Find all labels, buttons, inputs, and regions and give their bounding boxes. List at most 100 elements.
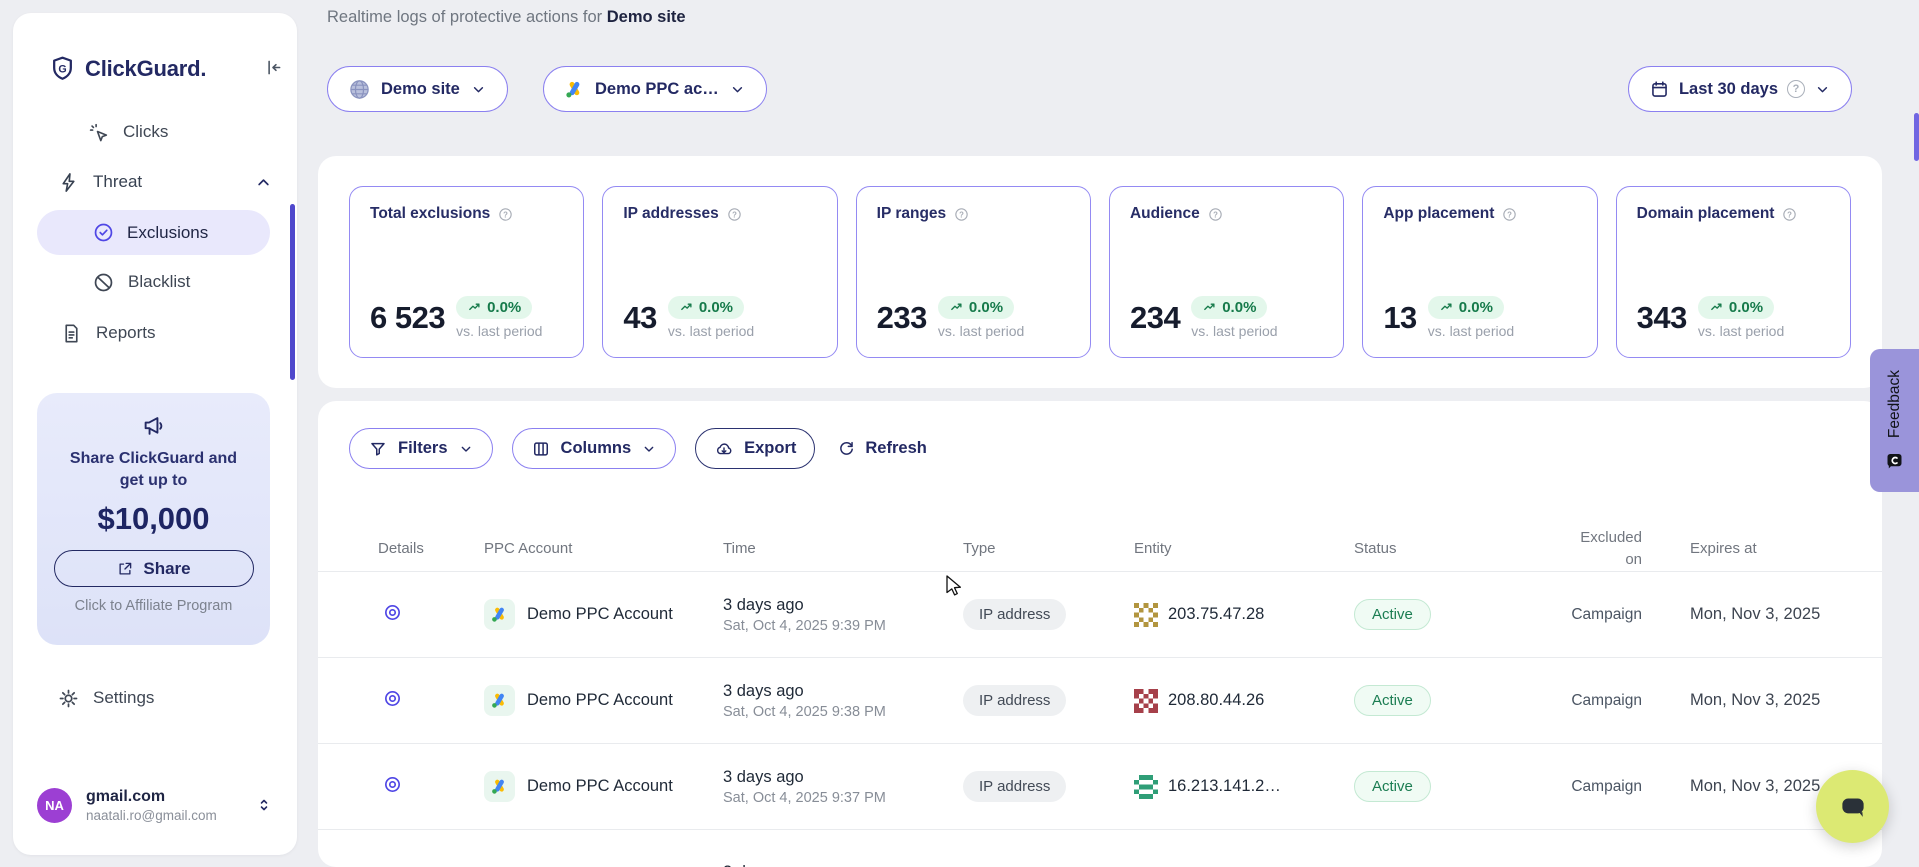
table-row: Demo PPC Account 3 days agoSat, Oct 4, 2… [318,743,1882,829]
col-header-excluded-on: Excluded on [1560,527,1690,571]
refresh-icon [837,439,856,458]
share-button[interactable]: Share [54,550,254,587]
ppc-account-name: Demo PPC Account [527,691,673,710]
stat-sub: vs. last period [1428,323,1514,339]
sidebar-item-threat[interactable]: Threat [57,162,273,202]
chat-bubble-icon [1836,790,1870,824]
help-icon[interactable] [1501,206,1518,223]
google-ads-icon [484,685,515,716]
col-header-ppc-account: PPC Account [484,540,723,557]
refresh-button-label: Refresh [865,439,926,458]
view-details-button[interactable] [382,602,403,623]
google-ads-icon [484,771,515,802]
help-icon[interactable] [1781,206,1798,223]
affiliate-promo-card[interactable]: Share ClickGuard and get up to $10,000 S… [37,393,270,645]
sidebar-item-reports[interactable]: Reports [60,313,156,353]
type-badge: IP address [963,771,1066,802]
time-absolute: Sat, Oct 4, 2025 9:39 PM [723,618,963,634]
sidebar-scrollbar-thumb[interactable] [290,204,295,380]
promo-heading: Share ClickGuard and get up to [64,448,244,491]
help-icon[interactable] [953,206,970,223]
user-name: gmail.com [86,787,217,806]
eye-icon [382,602,403,623]
filter-icon [368,439,388,459]
filters-button-label: Filters [398,439,448,458]
stat-label: Domain placement [1637,205,1775,223]
status-badge: Active [1354,599,1431,630]
user-email: naatali.ro@gmail.com [86,808,217,823]
col-header-expires-at: Expires at [1690,540,1851,557]
stat-change: 0.0% [1729,299,1763,316]
sidebar-item-label: Blacklist [128,272,190,292]
entity-identicon [1134,689,1158,713]
table-row: Demo PPC Account 3 days agoSat, Oct 4, 2… [318,657,1882,743]
chevron-down-icon [470,81,487,98]
table-header-row: Details PPC Account Time Type Entity Sta… [318,526,1882,571]
feedback-chat-icon [1884,450,1905,471]
view-details-button[interactable] [382,688,403,709]
google-ads-icon [484,599,515,630]
view-details-button[interactable] [382,774,403,795]
clickguard-logo-icon [49,55,76,82]
entity-value: 208.80.44.26 [1168,691,1264,710]
help-icon[interactable] [726,206,743,223]
columns-icon [531,439,551,459]
site-selector[interactable]: Demo site [327,66,508,112]
cloud-download-icon [714,439,734,459]
chevron-down-icon [729,81,746,98]
type-badge: IP address [963,599,1066,630]
date-range-value: Last 30 days [1679,80,1778,99]
col-header-details: Details [349,540,484,557]
logo: ClickGuard. [49,55,206,82]
user-account-menu[interactable]: NA gmail.com naatali.ro@gmail.com [37,787,273,823]
stat-label: IP ranges [877,205,947,223]
stat-audience: Audience 234 0.0% vs. last period [1109,186,1344,358]
chat-launcher-button[interactable] [1816,770,1889,843]
stat-sub: vs. last period [456,323,542,339]
stat-sub: vs. last period [1698,323,1784,339]
sidebar-item-blacklist[interactable]: Blacklist [92,262,190,302]
stat-app-placement: App placement 13 0.0% vs. last period [1362,186,1597,358]
external-link-icon [116,560,134,578]
sidebar-item-settings[interactable]: Settings [57,678,154,718]
avatar: NA [37,788,72,823]
sidebar-item-label: Settings [93,688,154,708]
ppc-account-name: Demo PPC Account [527,605,673,624]
refresh-button[interactable]: Refresh [837,439,926,458]
sidebar-item-exclusions[interactable]: Exclusions [37,210,270,255]
calendar-icon [1649,79,1670,100]
expires-at-value: Mon, Nov 3, 2025 [1690,605,1851,624]
table-row-partial: 3 days ago [318,829,1882,867]
page-scrollbar-thumb[interactable] [1914,113,1919,161]
columns-button[interactable]: Columns [512,428,677,469]
table-row: Demo PPC Account 3 days agoSat, Oct 4, 2… [318,571,1882,657]
stat-sub: vs. last period [938,323,1024,339]
ppc-account-selector[interactable]: Demo PPC ac… [543,66,767,112]
col-header-type: Type [963,540,1134,557]
export-button[interactable]: Export [695,428,815,469]
time-relative: 3 days ago [723,768,963,787]
type-badge: IP address [963,685,1066,716]
help-icon[interactable] [497,206,514,223]
sidebar-item-label: Clicks [123,122,168,142]
filters-button[interactable]: Filters [349,428,493,469]
feedback-tab[interactable]: Feedback [1870,349,1919,492]
sidebar-collapse-icon[interactable] [263,57,284,78]
date-range-selector[interactable]: Last 30 days ? [1628,66,1852,112]
help-icon[interactable] [1207,206,1224,223]
stat-value: 343 [1637,300,1687,336]
chevron-up-down-icon [255,796,273,814]
col-header-time: Time [723,540,963,557]
document-icon [60,322,83,345]
stat-ip-addresses: IP addresses 43 0.0% vs. last period [602,186,837,358]
trend-up-icon [679,300,694,315]
cursor-click-icon [87,121,110,144]
chevron-down-icon [1814,81,1831,98]
sidebar-item-clicks[interactable]: Clicks [87,112,168,152]
export-button-label: Export [744,439,796,458]
page-subtitle: Realtime logs of protective actions for … [327,8,686,27]
stat-change: 0.0% [699,299,733,316]
trend-up-icon [1439,300,1454,315]
time-absolute: Sat, Oct 4, 2025 9:38 PM [723,704,963,720]
trend-up-icon [949,300,964,315]
